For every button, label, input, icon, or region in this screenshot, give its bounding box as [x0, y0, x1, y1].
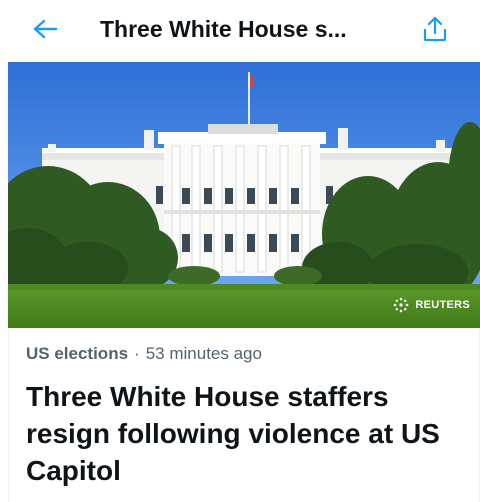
meta-separator: · — [134, 344, 140, 363]
page-title: Three White House s... — [100, 16, 347, 42]
share-icon — [423, 16, 447, 42]
article-meta: US elections · 53 minutes ago — [26, 344, 262, 364]
article-headline[interactable]: Three White House staffers resign follow… — [26, 378, 466, 489]
reuters-logo-icon — [394, 297, 409, 313]
timestamp: 53 minutes ago — [145, 344, 262, 363]
card-border-left — [8, 328, 9, 502]
image-credit: REUTERS — [392, 296, 470, 314]
article-card[interactable]: REUTERS US elections · 53 minutes ago Thre… — [8, 62, 480, 502]
back-button[interactable] — [28, 14, 62, 44]
moment-page: Three White House s... REUTERS US electi… — [0, 0, 480, 502]
white-house-photo — [8, 62, 480, 328]
back-arrow-icon — [33, 19, 58, 39]
category-label[interactable]: US elections — [26, 344, 128, 363]
share-button[interactable] — [418, 12, 452, 46]
image-credit-label: REUTERS — [415, 299, 470, 311]
article-image[interactable]: REUTERS — [8, 62, 480, 328]
top-bar: Three White House s... — [0, 0, 480, 58]
